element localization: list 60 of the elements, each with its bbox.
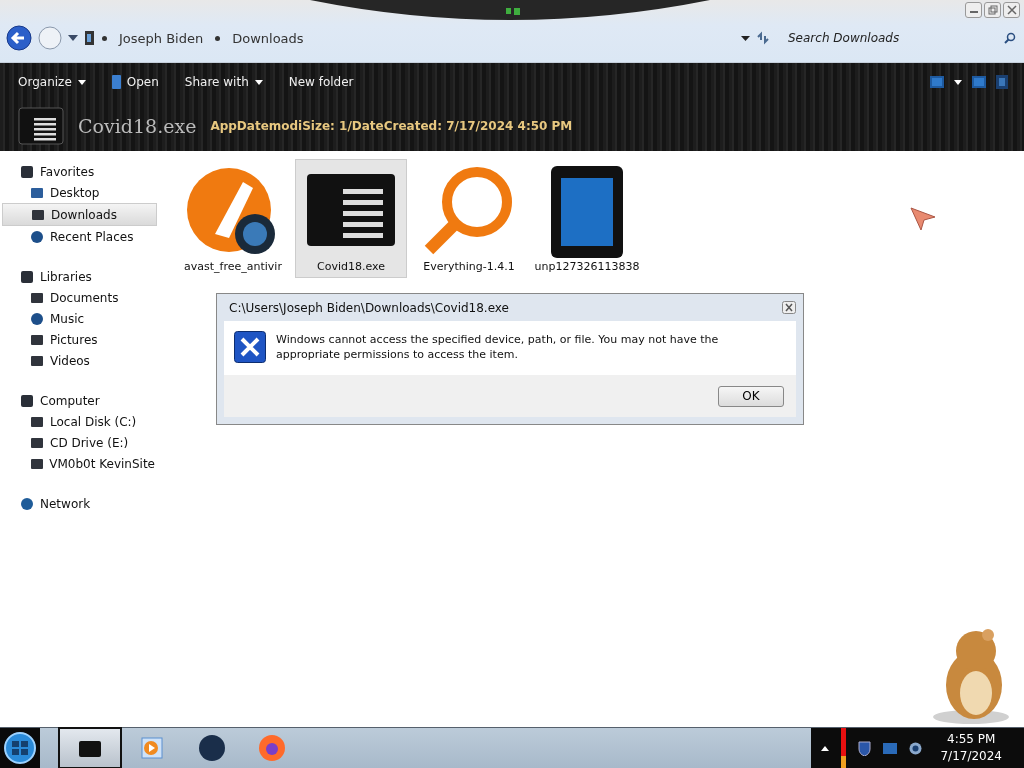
separator-icon (102, 35, 107, 41)
caret-icon[interactable] (741, 35, 750, 41)
breadcrumb[interactable]: Joseph Biden (119, 30, 204, 46)
file-name: Covid18.exe (78, 115, 197, 137)
error-icon (234, 331, 266, 363)
sidebar-item[interactable]: CD Drive (E:) (0, 432, 155, 453)
taskbar-app[interactable] (58, 727, 122, 768)
clock-date[interactable]: 7/17/2024 (940, 748, 1002, 765)
refresh-icon[interactable] (756, 31, 770, 45)
ok-button[interactable]: OK (718, 385, 784, 407)
show-hidden-icon[interactable] (821, 745, 830, 751)
firefox-icon (257, 733, 287, 763)
minimize-button[interactable] (965, 2, 982, 18)
toolbar-button[interactable]: New folder (280, 72, 362, 92)
sidebar-item[interactable]: Local Disk (C:) (0, 411, 155, 432)
toolbar-button[interactable]: Share with (176, 72, 271, 92)
sidebar-item[interactable]: Downloads (2, 203, 157, 226)
restore-button[interactable] (984, 2, 1001, 18)
sidebar-heading[interactable]: Computer (40, 393, 100, 408)
file-item[interactable]: avast_free_antivir (177, 159, 289, 278)
caret-icon[interactable] (68, 35, 78, 41)
sidebar-item[interactable]: Videos (0, 350, 155, 371)
search-icon[interactable] (1004, 32, 1016, 44)
separator-icon (215, 35, 221, 41)
file-item[interactable]: Covid18.exe (295, 159, 407, 278)
sidebar-heading[interactable]: Libraries (40, 269, 92, 284)
close-icon (1006, 5, 1017, 15)
file-item[interactable]: unp127326113838 (531, 159, 643, 278)
caret-icon (77, 79, 86, 85)
program-icon (111, 75, 121, 89)
folder-icon (84, 30, 96, 46)
restore-icon (987, 5, 998, 15)
sidebar-item[interactable]: Documents (0, 287, 155, 308)
toolbar-button[interactable]: Organize (10, 72, 94, 92)
sidebar-item[interactable]: Recent Places (0, 226, 155, 247)
close-icon[interactable] (782, 301, 796, 314)
sidebar-heading[interactable]: Network (40, 496, 91, 511)
sidebar-item[interactable]: Desktop (0, 182, 155, 203)
search-field[interactable]: Search Downloads (786, 30, 1004, 46)
back-icon[interactable] (6, 25, 32, 51)
start-button[interactable] (0, 728, 40, 768)
level-meter-icon (841, 728, 847, 768)
cursor-icon (910, 207, 936, 231)
caret-icon[interactable] (954, 79, 962, 85)
dialog-title: C:\Users\Joseph Biden\Downloads\Covid18.exe (229, 300, 509, 315)
file-item[interactable]: Everything-1.4.1 (413, 159, 525, 278)
sidebar-item[interactable]: Music (0, 308, 155, 329)
sidebar-item[interactable]: Pictures (0, 329, 155, 350)
sidebar-heading[interactable]: Favorites (40, 164, 95, 179)
close-button[interactable] (1003, 2, 1020, 18)
shield-icon[interactable] (858, 740, 872, 756)
monitor-icon[interactable] (883, 742, 898, 754)
error-message: Windows cannot access the specified device, path, or file. You may not have the appropriate permissions to access the item. (276, 332, 720, 362)
breadcrumb[interactable]: Downloads (232, 30, 304, 46)
exe-icon (18, 107, 64, 145)
clock-time[interactable]: 4:55 PM (947, 731, 996, 748)
sidebar-item[interactable]: VM0b0t KevinSite (0, 453, 155, 474)
caret-icon (254, 79, 263, 85)
toolbar-button[interactable]: Open (103, 72, 167, 92)
file-details: AppDatemodiSize: 1/DateCreated: 7/17/2024 4:50 PM (210, 119, 573, 133)
